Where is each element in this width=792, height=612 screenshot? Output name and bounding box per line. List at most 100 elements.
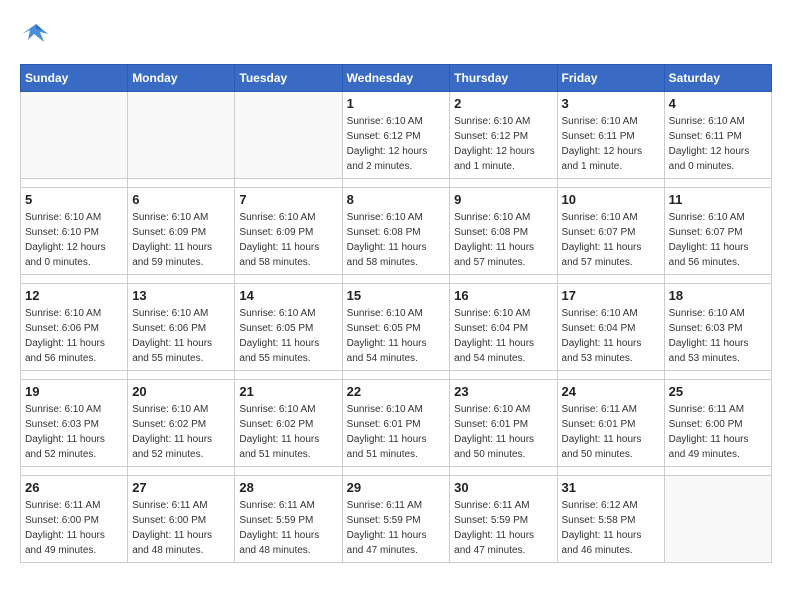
day-info: Sunrise: 6:10 AMSunset: 6:09 PMDaylight:… [239,210,337,270]
calendar-cell [664,476,771,563]
calendar-cell: 26 Sunrise: 6:11 AMSunset: 6:00 PMDayligh… [21,476,128,563]
day-info: Sunrise: 6:10 AMSunset: 6:01 PMDaylight:… [347,402,446,462]
calendar-cell: 28 Sunrise: 6:11 AMSunset: 5:59 PMDayligh… [235,476,342,563]
day-info: Sunrise: 6:11 AMSunset: 6:00 PMDaylight:… [669,402,767,462]
day-number: 30 [454,480,552,495]
day-number: 25 [669,384,767,399]
day-info: Sunrise: 6:10 AMSunset: 6:04 PMDaylight:… [562,306,660,366]
day-info: Sunrise: 6:11 AMSunset: 5:59 PMDaylight:… [454,498,552,558]
day-number: 21 [239,384,337,399]
day-number: 12 [25,288,123,303]
week-row-4: 19 Sunrise: 6:10 AMSunset: 6:03 PMDayligh… [21,380,772,467]
calendar-cell: 27 Sunrise: 6:11 AMSunset: 6:00 PMDayligh… [128,476,235,563]
calendar-table: SundayMondayTuesdayWednesdayThursdayFrid… [20,64,772,563]
day-number: 2 [454,96,552,111]
week-row-2: 5Sunrise: 6:10 AMSunset: 6:10 PMDaylight… [21,188,772,275]
day-number: 16 [454,288,552,303]
week-separator [21,179,772,188]
week-row-3: 12 Sunrise: 6:10 AMSunset: 6:06 PMDayligh… [21,284,772,371]
day-info: Sunrise: 6:10 AMSunset: 6:08 PMDaylight:… [454,210,552,270]
weekday-header-thursday: Thursday [450,65,557,92]
calendar-cell: 6Sunrise: 6:10 AMSunset: 6:09 PMDaylight… [128,188,235,275]
day-info: Sunrise: 6:11 AMSunset: 6:00 PMDaylight:… [132,498,230,558]
day-number: 6 [132,192,230,207]
day-info: Sunrise: 6:10 AMSunset: 6:02 PMDaylight:… [132,402,230,462]
calendar-cell: 30 Sunrise: 6:11 AMSunset: 5:59 PMDayligh… [450,476,557,563]
day-number: 1 [347,96,446,111]
calendar-cell: 2 Sunrise: 6:10 AMSunset: 6:12 PMDaylight… [450,92,557,179]
day-number: 11 [669,192,767,207]
calendar-cell: 9 Sunrise: 6:10 AMSunset: 6:08 PMDaylight… [450,188,557,275]
day-info: Sunrise: 6:10 AMSunset: 6:05 PMDaylight:… [239,306,337,366]
day-number: 26 [25,480,123,495]
calendar-cell: 7 Sunrise: 6:10 AMSunset: 6:09 PMDaylight… [235,188,342,275]
day-info: Sunrise: 6:10 AMSunset: 6:10 PMDaylight:… [25,210,123,270]
calendar-cell: 11 Sunrise: 6:10 AMSunset: 6:07 PMDayligh… [664,188,771,275]
day-info: Sunrise: 6:10 AMSunset: 6:05 PMDaylight:… [347,306,446,366]
weekday-header-friday: Friday [557,65,664,92]
calendar-cell: 25 Sunrise: 6:11 AMSunset: 6:00 PMDayligh… [664,380,771,467]
day-number: 31 [562,480,660,495]
week-separator [21,467,772,476]
calendar-cell [235,92,342,179]
weekday-header-row: SundayMondayTuesdayWednesdayThursdayFrid… [21,65,772,92]
calendar-cell: 10 Sunrise: 6:10 AMSunset: 6:07 PMDayligh… [557,188,664,275]
day-info: Sunrise: 6:10 AMSunset: 6:03 PMDaylight:… [25,402,123,462]
day-number: 15 [347,288,446,303]
calendar-cell: 15 Sunrise: 6:10 AMSunset: 6:05 PMDayligh… [342,284,450,371]
calendar-cell [128,92,235,179]
day-info: Sunrise: 6:10 AMSunset: 6:02 PMDaylight:… [239,402,337,462]
day-info: Sunrise: 6:10 AMSunset: 6:12 PMDaylight:… [454,114,552,174]
week-row-5: 26 Sunrise: 6:11 AMSunset: 6:00 PMDayligh… [21,476,772,563]
week-separator [21,275,772,284]
day-number: 8 [347,192,446,207]
day-info: Sunrise: 6:10 AMSunset: 6:01 PMDaylight:… [454,402,552,462]
day-number: 18 [669,288,767,303]
day-info: Sunrise: 6:10 AMSunset: 6:08 PMDaylight:… [347,210,446,270]
day-info: Sunrise: 6:10 AMSunset: 6:06 PMDaylight:… [25,306,123,366]
day-info: Sunrise: 6:11 AMSunset: 5:59 PMDaylight:… [239,498,337,558]
day-number: 28 [239,480,337,495]
week-row-1: 1 Sunrise: 6:10 AMSunset: 6:12 PMDaylight… [21,92,772,179]
week-separator [21,371,772,380]
day-number: 19 [25,384,123,399]
calendar-cell: 29Sunrise: 6:11 AMSunset: 5:59 PMDayligh… [342,476,450,563]
day-number: 4 [669,96,767,111]
calendar-cell: 8 Sunrise: 6:10 AMSunset: 6:08 PMDaylight… [342,188,450,275]
day-info: Sunrise: 6:10 AMSunset: 6:07 PMDaylight:… [562,210,660,270]
weekday-header-wednesday: Wednesday [342,65,450,92]
day-info: Sunrise: 6:10 AMSunset: 6:11 PMDaylight:… [669,114,767,174]
day-number: 23 [454,384,552,399]
day-number: 13 [132,288,230,303]
day-info: Sunrise: 6:10 AMSunset: 6:04 PMDaylight:… [454,306,552,366]
calendar-cell: 21 Sunrise: 6:10 AMSunset: 6:02 PMDayligh… [235,380,342,467]
calendar-cell: 17 Sunrise: 6:10 AMSunset: 6:04 PMDayligh… [557,284,664,371]
day-number: 22 [347,384,446,399]
logo-icon [20,20,52,48]
calendar-cell: 19 Sunrise: 6:10 AMSunset: 6:03 PMDayligh… [21,380,128,467]
day-info: Sunrise: 6:10 AMSunset: 6:12 PMDaylight:… [347,114,446,174]
calendar-cell: 24Sunrise: 6:11 AMSunset: 6:01 PMDayligh… [557,380,664,467]
day-info: Sunrise: 6:11 AMSunset: 5:59 PMDaylight:… [347,498,446,558]
day-number: 14 [239,288,337,303]
calendar-cell: 1 Sunrise: 6:10 AMSunset: 6:12 PMDaylight… [342,92,450,179]
calendar-cell: 22 Sunrise: 6:10 AMSunset: 6:01 PMDayligh… [342,380,450,467]
calendar-cell: 23 Sunrise: 6:10 AMSunset: 6:01 PMDayligh… [450,380,557,467]
calendar-cell: 4 Sunrise: 6:10 AMSunset: 6:11 PMDaylight… [664,92,771,179]
day-info: Sunrise: 6:10 AMSunset: 6:07 PMDaylight:… [669,210,767,270]
calendar-cell: 31 Sunrise: 6:12 AMSunset: 5:58 PMDayligh… [557,476,664,563]
calendar-cell: 18 Sunrise: 6:10 AMSunset: 6:03 PMDayligh… [664,284,771,371]
day-number: 17 [562,288,660,303]
day-number: 7 [239,192,337,207]
weekday-header-tuesday: Tuesday [235,65,342,92]
day-info: Sunrise: 6:12 AMSunset: 5:58 PMDaylight:… [562,498,660,558]
calendar-cell: 16 Sunrise: 6:10 AMSunset: 6:04 PMDayligh… [450,284,557,371]
weekday-header-sunday: Sunday [21,65,128,92]
day-number: 9 [454,192,552,207]
weekday-header-monday: Monday [128,65,235,92]
day-info: Sunrise: 6:10 AMSunset: 6:03 PMDaylight:… [669,306,767,366]
day-number: 10 [562,192,660,207]
day-info: Sunrise: 6:11 AMSunset: 6:00 PMDaylight:… [25,498,123,558]
calendar-cell: 5Sunrise: 6:10 AMSunset: 6:10 PMDaylight… [21,188,128,275]
day-number: 27 [132,480,230,495]
